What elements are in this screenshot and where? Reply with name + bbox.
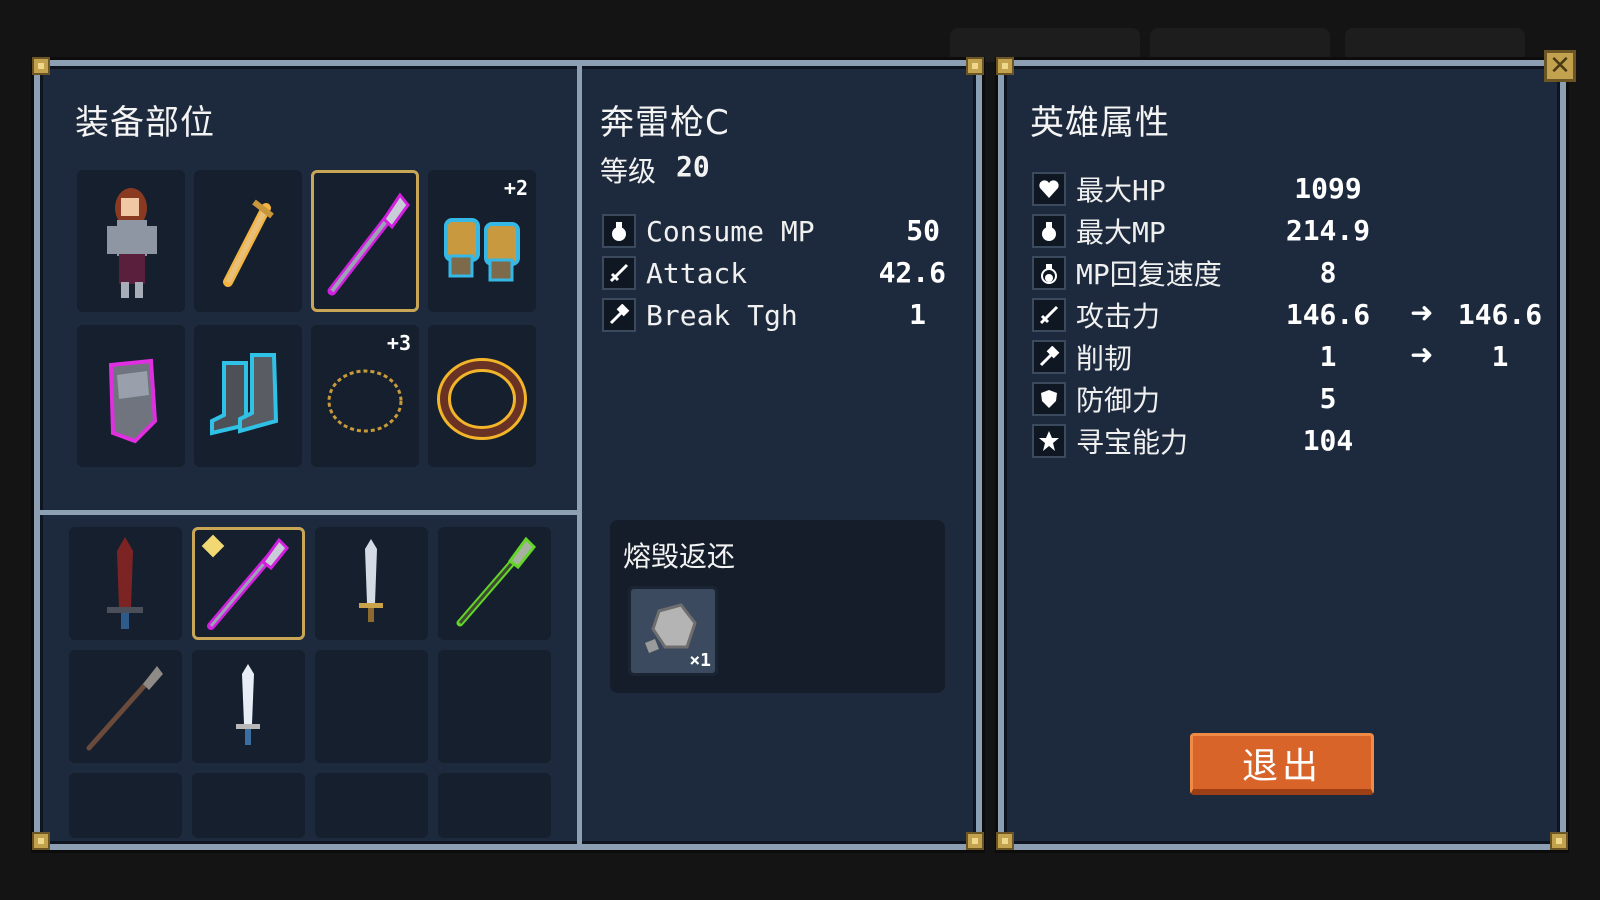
inventory-slot[interactable] xyxy=(192,650,305,763)
item-name: 奔雷枪C xyxy=(600,103,730,143)
equip-slot-ring[interactable] xyxy=(428,325,536,467)
hero-attributes-title: 英雄属性 xyxy=(1030,103,1170,143)
golden-sword-icon xyxy=(223,199,274,287)
golden-necklace-icon xyxy=(327,369,403,433)
hero-stat-label: MP回复速度 xyxy=(1076,258,1222,291)
inventory-slot[interactable] xyxy=(192,527,305,640)
stat-change-arrow: ➜ xyxy=(1410,296,1434,329)
panel-divider xyxy=(577,66,582,844)
shield-icon xyxy=(1032,382,1066,416)
potion-icon xyxy=(602,214,636,248)
hero-stat-value: 146.6 xyxy=(1285,298,1371,331)
equip-slot-necklace[interactable]: +3 xyxy=(311,325,419,467)
item-stat-row: Attack xyxy=(602,254,747,292)
hammer-icon xyxy=(1032,340,1066,374)
hero-stat-label: 削韧 xyxy=(1076,342,1133,375)
background-hud-pill xyxy=(1150,28,1330,62)
exit-button[interactable]: 退出 xyxy=(1190,733,1374,795)
rivet xyxy=(966,57,984,75)
hero-stat-label: 最大HP xyxy=(1076,174,1166,207)
star-icon xyxy=(1032,424,1066,458)
equip-slot-boots[interactable] xyxy=(194,325,302,467)
thunder-spear-icon xyxy=(207,537,290,630)
panel-divider xyxy=(40,510,577,515)
hero-stat-label: 攻击力 xyxy=(1076,300,1161,333)
thunder-spear-icon xyxy=(327,192,410,296)
item-stat-row: Consume MP xyxy=(602,212,815,250)
rivet xyxy=(32,832,50,850)
heart-icon xyxy=(1032,172,1066,206)
smelt-return-title: 熔毁返还 xyxy=(623,540,736,573)
equip-slot-gloves[interactable]: +2 xyxy=(428,170,536,312)
hero-stat-value: 8 xyxy=(1319,256,1337,289)
item-stat-label: Consume MP xyxy=(646,214,815,248)
hero-stat-row: MP回复速度 xyxy=(1032,254,1222,292)
steel-armor-icon xyxy=(108,358,158,444)
rivet xyxy=(996,832,1014,850)
hero-stat-value: 104 xyxy=(1302,424,1354,457)
equip-slot-weapon[interactable] xyxy=(194,170,302,312)
hero-stat-row: 寻宝能力 xyxy=(1032,422,1188,460)
white-dagger-icon xyxy=(236,664,260,745)
potion-regen-icon xyxy=(1032,256,1066,290)
item-level-label: 等级 xyxy=(600,155,657,188)
hero-stat-value: 214.9 xyxy=(1285,214,1371,247)
hero-stat-value: 1099 xyxy=(1294,172,1362,205)
inventory-slot[interactable] xyxy=(69,650,182,763)
inventory-slot[interactable] xyxy=(438,650,551,763)
item-stat-value: 50 xyxy=(906,214,940,247)
inventory-slot[interactable] xyxy=(69,773,182,838)
item-stat-value: 1 xyxy=(909,298,926,331)
hero-stat-label: 防御力 xyxy=(1076,384,1161,417)
iron-spear-icon xyxy=(86,666,163,751)
hero-stat-row: 攻击力 xyxy=(1032,296,1160,334)
hero-stat-next-value: 1 xyxy=(1491,340,1509,373)
equip-slot-weapon2[interactable] xyxy=(311,170,419,312)
hero-stat-row: 最大HP xyxy=(1032,170,1166,208)
inventory-slot[interactable] xyxy=(69,527,182,640)
hammer-icon xyxy=(602,298,636,332)
potion-icon xyxy=(1032,214,1066,248)
item-stat-value: 42.6 xyxy=(878,256,946,289)
rivet xyxy=(32,57,50,75)
hero-portrait-icon xyxy=(107,188,157,298)
green-spear-icon xyxy=(456,536,537,627)
hero-stat-value: 5 xyxy=(1319,382,1337,415)
rivet xyxy=(966,832,984,850)
hero-stat-label: 最大MP xyxy=(1076,216,1166,249)
inventory-slot[interactable] xyxy=(315,650,428,763)
steel-boots-icon xyxy=(210,353,279,436)
stat-change-arrow: ➜ xyxy=(1410,338,1434,371)
silver-shortsword-icon xyxy=(359,539,383,622)
inventory-slot[interactable] xyxy=(315,773,428,838)
hero-stat-row: 削韧 xyxy=(1032,338,1132,376)
rivet xyxy=(1550,832,1568,850)
close-button[interactable]: ✕ xyxy=(1544,50,1576,82)
item-stat-row: Break Tgh xyxy=(602,296,798,334)
sword-icon xyxy=(1032,298,1066,332)
material-quantity: ×1 xyxy=(689,650,711,671)
item-stat-label: Break Tgh xyxy=(646,298,798,332)
equip-slot-armor[interactable] xyxy=(77,325,185,467)
inventory-slot[interactable] xyxy=(315,527,428,640)
inventory-slot[interactable] xyxy=(438,773,551,838)
equipment-slots-title: 装备部位 xyxy=(75,103,215,143)
hero-stat-value: 1 xyxy=(1319,340,1337,373)
bronze-ring-icon xyxy=(437,358,527,440)
golden-gauntlets-icon xyxy=(444,218,520,282)
item-stat-label: Attack xyxy=(646,256,748,290)
background-hud-pill xyxy=(1345,28,1525,62)
hero-stat-next-value: 146.6 xyxy=(1457,298,1543,331)
hero-stat-row: 最大MP xyxy=(1032,212,1166,250)
red-greatsword-icon xyxy=(107,537,143,629)
hero-stat-label: 寻宝能力 xyxy=(1076,426,1189,459)
inventory-slot[interactable] xyxy=(438,527,551,640)
item-level-value: 20 xyxy=(676,150,710,183)
smelt-material-slot[interactable]: ×1 xyxy=(628,586,718,676)
inventory-slot[interactable] xyxy=(192,773,305,838)
rivet xyxy=(996,57,1014,75)
equip-slot-hero[interactable] xyxy=(77,170,185,312)
hero-stat-row: 防御力 xyxy=(1032,380,1160,418)
sword-icon xyxy=(602,256,636,290)
